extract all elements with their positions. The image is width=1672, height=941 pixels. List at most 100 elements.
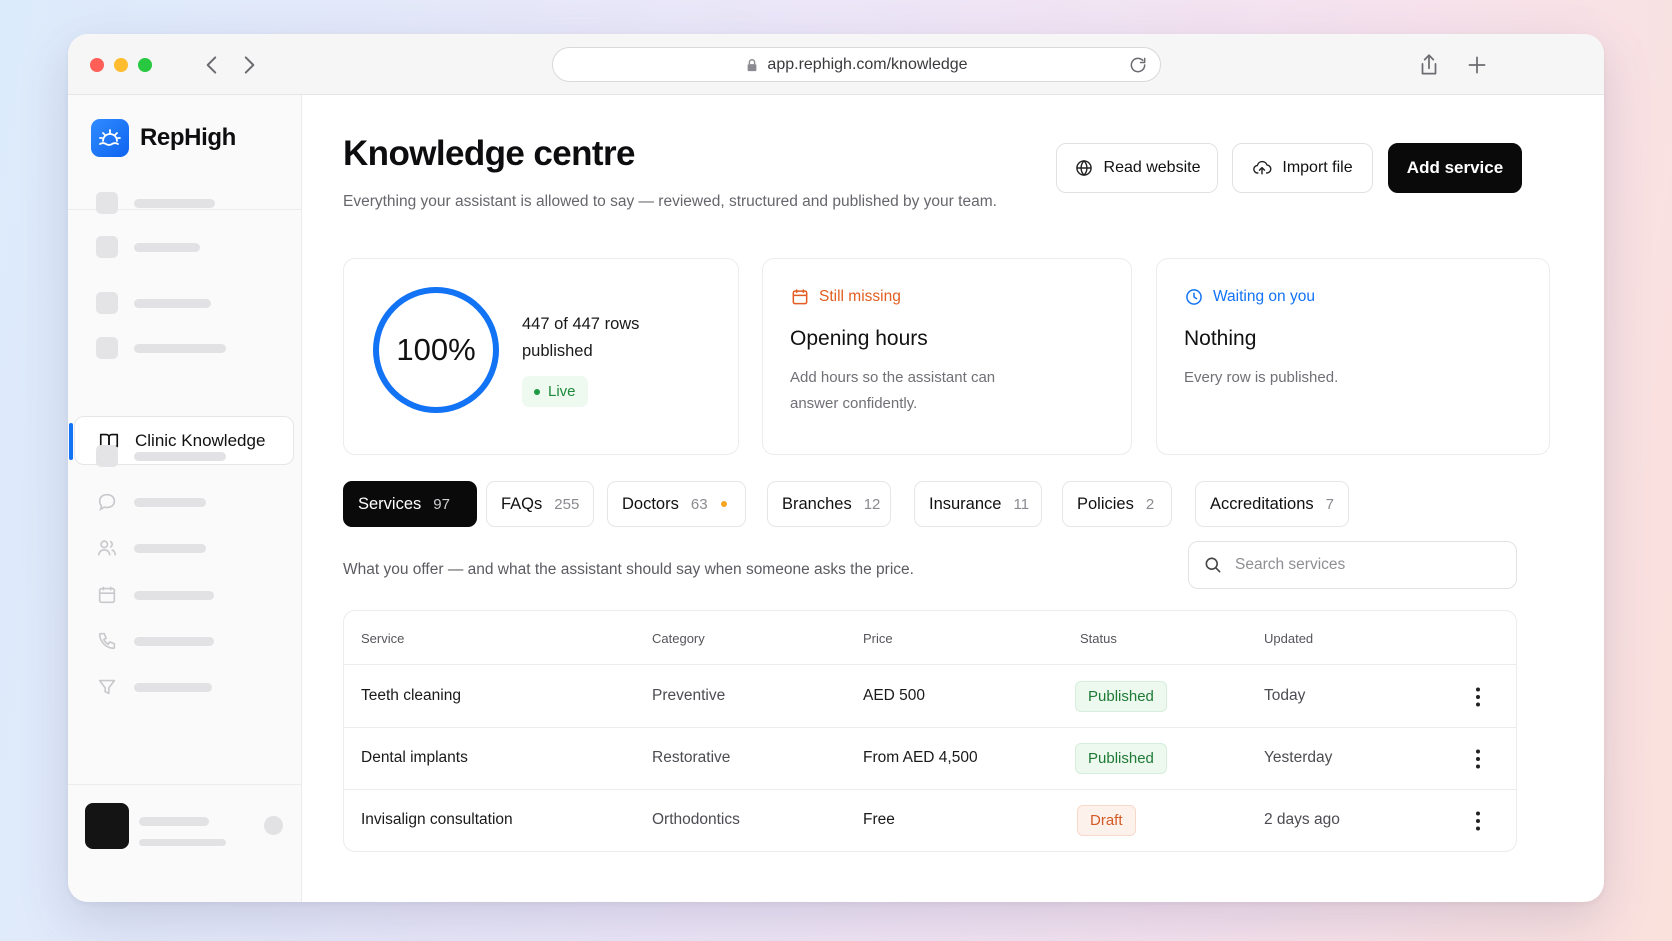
minimize-window-button[interactable] xyxy=(114,58,128,72)
waiting-on-you-label: Waiting on you xyxy=(1213,288,1315,305)
tab-count: 2 xyxy=(1145,495,1155,513)
placeholder-nav-icon xyxy=(96,292,118,314)
sidebar: RepHigh Clinic Knowledge xyxy=(68,95,302,902)
tab-policies[interactable]: Policies 2 xyxy=(1062,481,1172,527)
tab-count: 7 xyxy=(1325,495,1334,513)
tab-count: 255 xyxy=(554,495,580,513)
sidebar-item-placeholder-6[interactable] xyxy=(96,491,206,513)
waiting-item-description: Every row is published. xyxy=(1184,369,1339,386)
waiting-on-you-card[interactable]: Waiting on you Nothing Every row is publ… xyxy=(1156,258,1550,455)
missing-item-description: Add hours so the assistant can answer co… xyxy=(790,369,996,412)
tab-branches[interactable]: Branches 12 xyxy=(767,481,891,527)
read-website-label: Read website xyxy=(1103,159,1201,176)
sidebar-item-placeholder-7[interactable] xyxy=(96,537,206,559)
placeholder-label xyxy=(134,242,200,252)
reload-icon[interactable] xyxy=(1128,55,1148,75)
table-row[interactable]: Invisalign consultation Orthodontics Fre… xyxy=(344,790,1516,851)
share-button[interactable] xyxy=(1416,52,1442,78)
calendar-icon xyxy=(98,586,116,604)
sidebar-item-placeholder-8[interactable] xyxy=(96,584,214,606)
rows-published-text: 447 of 447 rows published xyxy=(522,315,640,360)
browser-titlebar: app.rephigh.com/knowledge xyxy=(68,34,1604,95)
column-header-category[interactable]: Category xyxy=(652,631,705,646)
column-header-price[interactable]: Price xyxy=(863,631,893,646)
chat-bubble-icon xyxy=(98,493,116,512)
still-missing-card[interactable]: Still missing Opening hours Add hours so… xyxy=(762,258,1132,455)
column-header-updated[interactable]: Updated xyxy=(1264,631,1313,646)
placeholder-label xyxy=(134,497,206,507)
tab-accreditations[interactable]: Accreditations 7 xyxy=(1195,481,1349,527)
close-window-button[interactable] xyxy=(90,58,104,72)
tab-doctors[interactable]: Doctors 63 xyxy=(607,481,746,527)
status-badge: Draft xyxy=(1077,805,1136,836)
add-service-button[interactable]: Add service xyxy=(1388,143,1522,193)
updated-time: Yesterday xyxy=(1264,749,1333,766)
column-header-service[interactable]: Service xyxy=(361,631,404,646)
placeholder-label xyxy=(134,451,226,461)
table-row[interactable]: Dental implants Restorative From AED 4,5… xyxy=(344,728,1516,790)
sidebar-item-placeholder-10[interactable] xyxy=(96,676,212,698)
more-vertical-icon[interactable] xyxy=(1468,810,1488,832)
search-services-box[interactable] xyxy=(1188,541,1517,589)
sidebar-item-placeholder-2[interactable] xyxy=(96,236,200,258)
lock-icon xyxy=(748,58,757,71)
globe-icon xyxy=(1075,159,1092,177)
main-content: Knowledge centre Everything your assista… xyxy=(303,95,1604,902)
service-name: Teeth cleaning xyxy=(361,687,461,704)
placeholder-label xyxy=(134,198,215,208)
placeholder-label xyxy=(134,636,214,646)
brand-name: RepHigh xyxy=(140,124,236,151)
sidebar-item-placeholder-9[interactable] xyxy=(96,630,214,652)
sidebar-item-placeholder-1[interactable] xyxy=(96,192,215,214)
filter-icon xyxy=(98,679,116,695)
tab-label: FAQs xyxy=(501,494,543,513)
service-price: AED 500 xyxy=(863,687,926,704)
import-file-button[interactable]: Import file xyxy=(1232,143,1373,193)
progress-percent: 100% xyxy=(396,332,476,367)
search-services-input[interactable] xyxy=(1235,556,1495,574)
back-button[interactable] xyxy=(199,52,225,78)
live-status-badge: Live xyxy=(522,376,588,407)
rephigh-logo xyxy=(91,119,129,157)
read-website-button[interactable]: Read website xyxy=(1056,143,1218,193)
status-badge: Published xyxy=(1075,743,1167,774)
tab-label: Branches xyxy=(782,494,852,513)
table-row[interactable]: Teeth cleaning Preventive AED 500 Publis… xyxy=(344,666,1516,728)
search-icon xyxy=(1205,557,1221,573)
new-tab-button[interactable] xyxy=(1464,52,1490,78)
tab-faqs[interactable]: FAQs 255 xyxy=(486,481,594,527)
tab-insurance[interactable]: Insurance 11 xyxy=(914,481,1042,527)
tab-services[interactable]: Services 97 xyxy=(343,481,477,527)
still-missing-kicker: Still missing xyxy=(790,287,901,307)
share-icon xyxy=(1421,54,1437,75)
column-header-status[interactable]: Status xyxy=(1080,631,1117,646)
account-menu-placeholder[interactable] xyxy=(264,816,283,835)
placeholder-nav-icon xyxy=(96,236,118,258)
service-price: From AED 4,500 xyxy=(863,749,978,766)
live-status-label: Live xyxy=(548,383,576,400)
address-bar[interactable]: app.rephigh.com/knowledge xyxy=(552,47,1161,82)
service-price: Free xyxy=(863,811,895,828)
missing-item-title: Opening hours xyxy=(790,327,928,350)
tab-label: Doctors xyxy=(622,494,679,513)
placeholder-label xyxy=(134,298,211,308)
attention-dot-icon xyxy=(720,501,727,507)
services-description: What you offer — and what the assistant … xyxy=(343,561,914,578)
publish-progress-card: 100% 447 of 447 rows published Live xyxy=(343,258,739,455)
sidebar-item-placeholder-4[interactable] xyxy=(96,337,226,359)
phone-icon xyxy=(98,632,116,650)
tab-label: Services xyxy=(358,494,422,513)
brand[interactable]: RepHigh xyxy=(91,119,236,157)
tab-label: Insurance xyxy=(929,494,1002,513)
more-vertical-icon[interactable] xyxy=(1468,748,1488,770)
more-vertical-icon[interactable] xyxy=(1468,686,1488,708)
tab-count: 12 xyxy=(863,495,881,513)
page-title: Knowledge centre xyxy=(343,134,635,173)
zoom-window-button[interactable] xyxy=(138,58,152,72)
forward-button[interactable] xyxy=(236,52,262,78)
waiting-item-title: Nothing xyxy=(1184,327,1257,350)
avatar[interactable] xyxy=(85,803,129,849)
sidebar-item-placeholder-5[interactable] xyxy=(96,445,226,467)
sidebar-item-placeholder-3[interactable] xyxy=(96,292,211,314)
sidebar-footer-divider xyxy=(68,784,301,785)
